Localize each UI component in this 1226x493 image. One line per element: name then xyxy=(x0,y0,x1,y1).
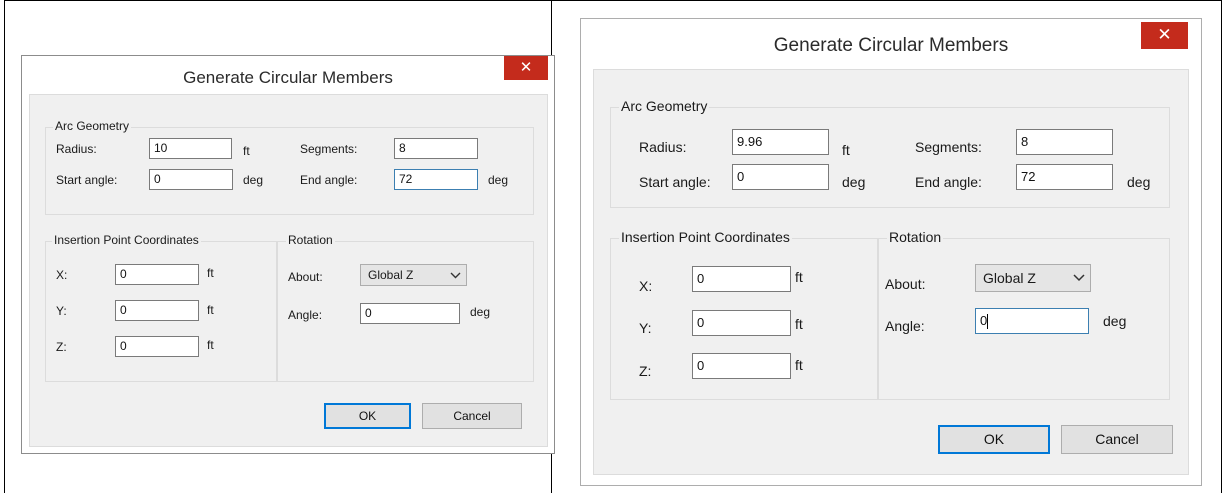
end-angle-label: End angle: xyxy=(300,173,358,187)
radius-label: Radius: xyxy=(639,139,687,155)
angle-input[interactable]: 0 xyxy=(360,303,460,324)
z-unit: ft xyxy=(795,357,803,373)
z-label: Z: xyxy=(639,363,652,379)
x-unit: ft xyxy=(795,269,803,285)
rotation-group: Rotation About: Global Z Angle: 0 deg xyxy=(878,229,1170,400)
close-button[interactable]: ✕ xyxy=(504,56,548,80)
radius-unit: ft xyxy=(842,142,850,158)
about-selected-value: Global Z xyxy=(368,268,414,282)
insertion-point-label: Insertion Point Coordinates xyxy=(52,233,201,247)
ok-button[interactable]: OK xyxy=(324,403,411,429)
z-input[interactable]: 0 xyxy=(692,353,791,379)
close-icon: ✕ xyxy=(519,59,533,76)
angle-input-value: 0 xyxy=(980,313,988,328)
cancel-button[interactable]: Cancel xyxy=(422,403,522,429)
angle-unit: deg xyxy=(1103,313,1127,329)
arc-geometry-label: Arc Geometry xyxy=(53,119,132,133)
table-border-left xyxy=(4,0,5,493)
segments-label: Segments: xyxy=(300,142,358,156)
z-unit: ft xyxy=(207,338,214,352)
start-angle-unit: deg xyxy=(243,173,264,187)
insertion-point-label: Insertion Point Coordinates xyxy=(619,229,792,245)
end-angle-unit: deg xyxy=(488,173,509,187)
chevron-down-icon xyxy=(450,265,461,291)
about-dropdown[interactable]: Global Z xyxy=(360,264,467,286)
start-angle-input[interactable]: 0 xyxy=(732,164,829,190)
x-input[interactable]: 0 xyxy=(115,264,199,285)
ok-button[interactable]: OK xyxy=(938,425,1050,454)
y-input[interactable]: 0 xyxy=(115,300,199,321)
close-icon: ✕ xyxy=(1157,25,1172,44)
angle-label: Angle: xyxy=(288,308,323,322)
y-unit: ft xyxy=(795,316,803,332)
rotation-label: Rotation xyxy=(286,233,335,247)
rotation-group: Rotation About: Global Z Angle: 0 deg xyxy=(277,233,534,382)
y-input[interactable]: 0 xyxy=(692,310,791,336)
z-input[interactable]: 0 xyxy=(115,336,199,357)
text-cursor xyxy=(987,314,989,330)
close-button[interactable]: ✕ xyxy=(1141,22,1188,49)
start-angle-input[interactable]: 0 xyxy=(149,169,233,190)
cancel-button[interactable]: Cancel xyxy=(1061,425,1173,454)
radius-input[interactable]: 10 xyxy=(149,138,232,159)
generate-circular-members-dialog-left: Generate Circular Members ✕ Arc Geometry… xyxy=(21,55,555,454)
segments-input[interactable]: 8 xyxy=(1016,129,1113,155)
start-angle-label: Start angle: xyxy=(639,174,711,190)
end-angle-input[interactable]: 72 xyxy=(394,169,478,190)
x-input[interactable]: 0 xyxy=(692,266,791,292)
arc-geometry-group: Arc Geometry Radius: 9.96 ft Segments: 8… xyxy=(610,98,1170,208)
segments-label: Segments: xyxy=(915,139,982,155)
segments-input[interactable]: 8 xyxy=(394,138,478,159)
rotation-label: Rotation xyxy=(887,229,944,245)
generate-circular-members-dialog-right: Generate Circular Members ✕ Arc Geometry… xyxy=(580,18,1202,486)
about-label: About: xyxy=(288,270,323,284)
chevron-down-icon xyxy=(1073,265,1085,299)
radius-input[interactable]: 9.96 xyxy=(732,129,829,155)
x-unit: ft xyxy=(207,266,214,280)
start-angle-label: Start angle: xyxy=(56,173,118,187)
y-unit: ft xyxy=(207,303,214,317)
title-bar: Generate Circular Members ✕ xyxy=(22,56,554,90)
radius-unit: ft xyxy=(243,144,250,158)
angle-unit: deg xyxy=(470,305,491,319)
about-dropdown[interactable]: Global Z xyxy=(975,264,1091,292)
angle-label: Angle: xyxy=(885,318,925,334)
y-label: Y: xyxy=(56,304,67,318)
start-angle-unit: deg xyxy=(842,174,866,190)
radius-label: Radius: xyxy=(56,142,97,156)
y-label: Y: xyxy=(639,320,652,336)
angle-input[interactable]: 0 xyxy=(975,308,1089,334)
z-label: Z: xyxy=(56,340,67,354)
x-label: X: xyxy=(639,278,653,294)
dialog-body: Arc Geometry Radius: 10 ft Segments: 8 S… xyxy=(29,94,548,447)
arc-geometry-group: Arc Geometry Radius: 10 ft Segments: 8 S… xyxy=(45,119,534,215)
end-angle-input[interactable]: 72 xyxy=(1016,164,1113,190)
dialog-title: Generate Circular Members xyxy=(183,68,393,87)
title-bar: Generate Circular Members ✕ xyxy=(581,19,1201,65)
end-angle-label: End angle: xyxy=(915,174,982,190)
dialog-title: Generate Circular Members xyxy=(773,35,1009,56)
insertion-point-group: Insertion Point Coordinates X: 0 ft Y: 0… xyxy=(45,233,277,382)
table-border-top xyxy=(4,0,1222,1)
table-border-right xyxy=(1221,0,1222,493)
about-selected-value: Global Z xyxy=(983,270,1036,286)
end-angle-unit: deg xyxy=(1127,174,1151,190)
dialog-body: Arc Geometry Radius: 9.96 ft Segments: 8… xyxy=(593,69,1189,475)
x-label: X: xyxy=(56,268,68,282)
about-label: About: xyxy=(885,276,926,292)
insertion-point-group: Insertion Point Coordinates X: 0 ft Y: 0… xyxy=(610,229,878,400)
arc-geometry-label: Arc Geometry xyxy=(619,98,710,114)
